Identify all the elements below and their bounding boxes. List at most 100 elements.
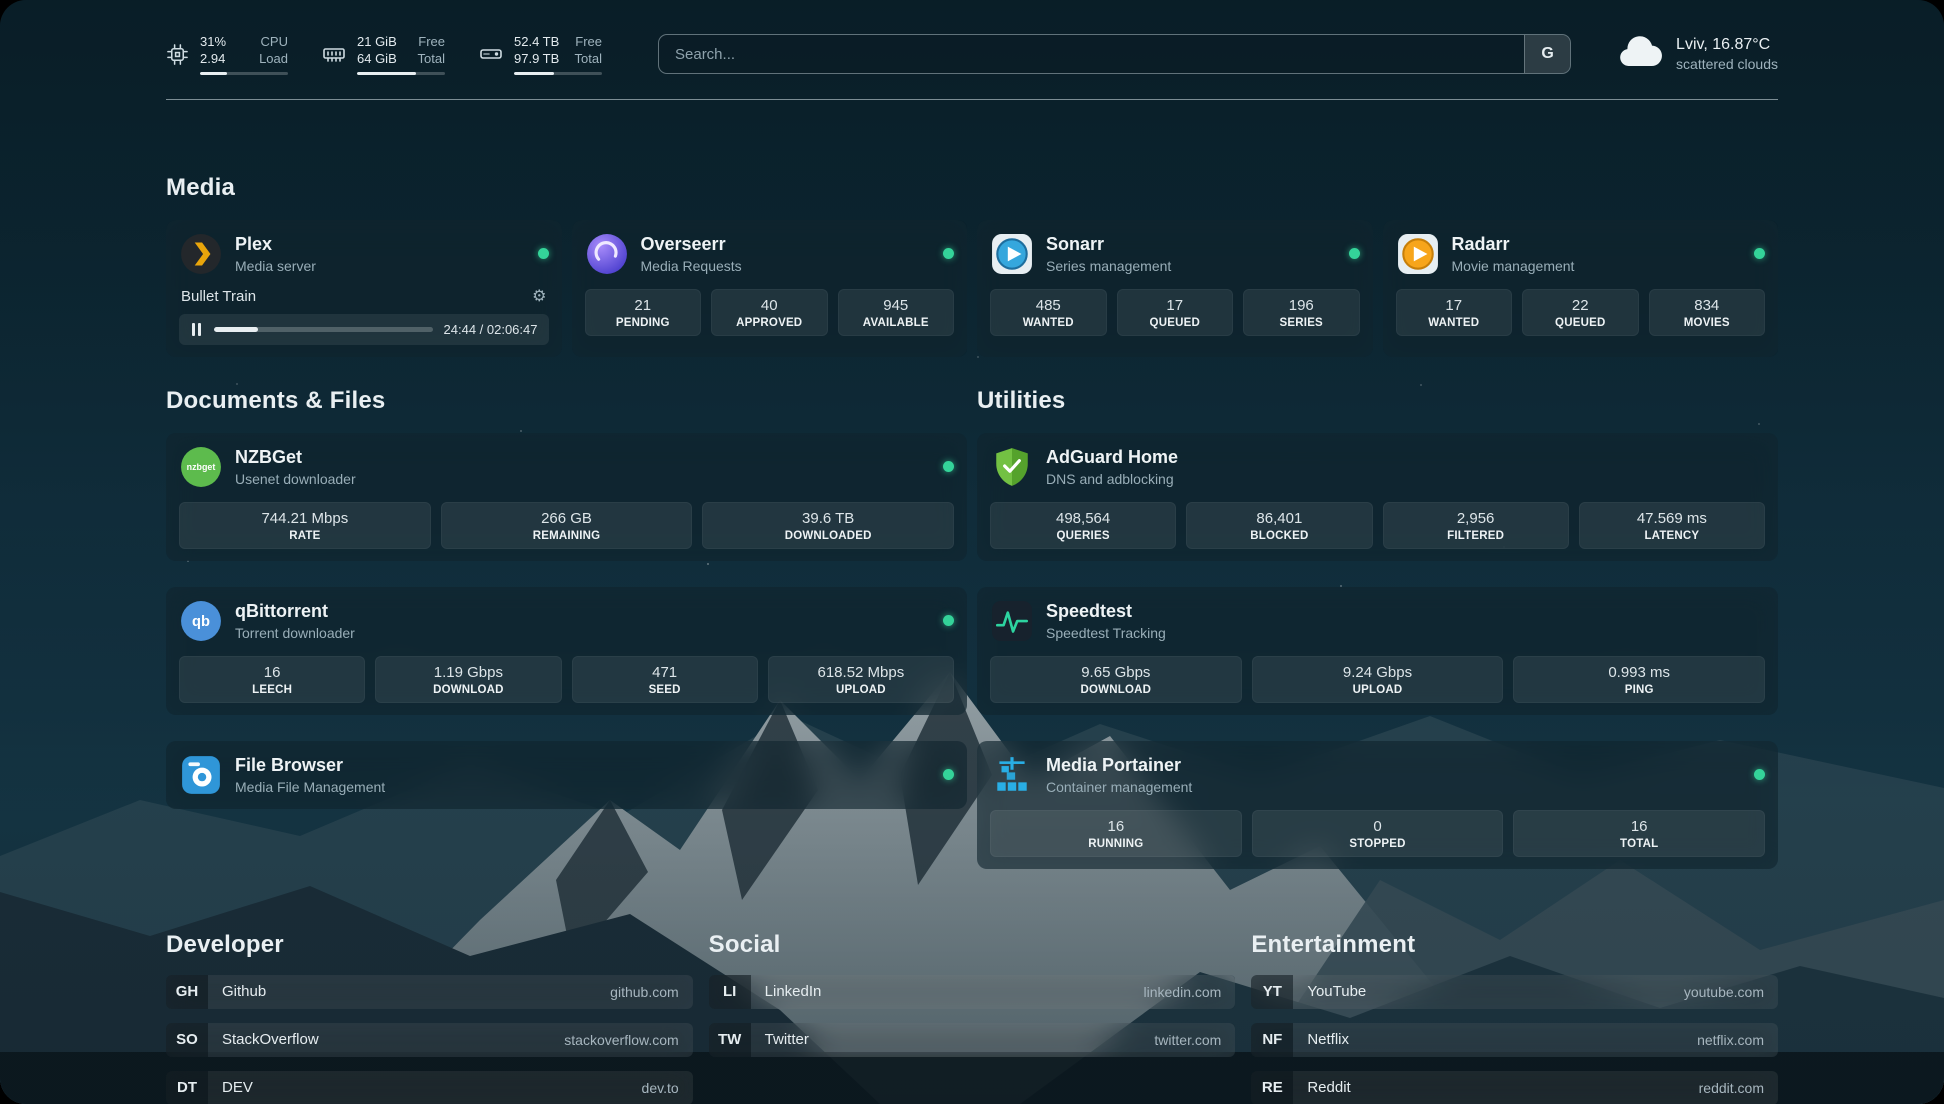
service-card-speedtest[interactable]: Speedtest Speedtest Tracking 9.65 GbpsDO…	[977, 587, 1778, 715]
cpu-icon	[166, 43, 189, 66]
service-card-overseerr[interactable]: Overseerr Media Requests 21PENDING 40APP…	[572, 220, 968, 357]
resource-memory: 21 GiBFree 64 GiBTotal	[322, 34, 445, 75]
stat-block: 21PENDING	[585, 289, 702, 336]
bookmark-stackoverflow[interactable]: SO StackOverflow stackoverflow.com	[166, 1023, 693, 1057]
service-name: Plex	[235, 234, 316, 255]
svg-text:qb: qb	[192, 614, 210, 630]
section-title-developer: Developer	[166, 931, 693, 959]
resource-disk: 52.4 TBFree 97.9 TBTotal	[479, 34, 602, 75]
memory-total-value: 64 GiB	[357, 51, 397, 68]
service-card-adguard[interactable]: AdGuard Home DNS and adblocking 498,564Q…	[977, 433, 1778, 561]
adguard-icon	[990, 445, 1034, 489]
now-playing-title: Bullet Train	[181, 288, 256, 305]
nzbget-icon: nzbget	[179, 445, 223, 489]
stat-block: 0STOPPED	[1252, 810, 1504, 857]
bookmark-reddit[interactable]: RE Reddit reddit.com	[1251, 1071, 1778, 1104]
memory-icon	[322, 42, 346, 66]
stat-label: AVAILABLE	[843, 317, 950, 329]
stat-value: 834	[1654, 297, 1761, 314]
stat-block: 266 GBREMAINING	[441, 502, 693, 549]
stat-block: 2,956 FILTERED	[1383, 502, 1569, 549]
overseerr-icon	[585, 232, 629, 276]
stat-label: FILTERED	[1388, 530, 1564, 542]
stat-block: 9.65 GbpsDOWNLOAD	[990, 656, 1242, 703]
stat-block: 0.993 msPING	[1513, 656, 1765, 703]
service-subtitle: Movie management	[1452, 258, 1575, 274]
bookmark-name: Github	[222, 983, 266, 1000]
service-card-qbittorrent[interactable]: qb qBittorrent Torrent downloader 16LEEC…	[166, 587, 967, 715]
status-dot	[1754, 769, 1765, 780]
qbittorrent-icon: qb	[179, 599, 223, 643]
stat-value: 744.21 Mbps	[184, 510, 426, 527]
service-card-nzbget[interactable]: nzbget NZBGet Usenet downloader 744.21 M…	[166, 433, 967, 561]
playback-progress-track	[214, 327, 433, 332]
service-card-plex[interactable]: Plex Media server Bullet Train ⚙	[166, 220, 562, 357]
bookmark-domain: netflix.com	[1697, 1032, 1764, 1048]
bookmark-twitter[interactable]: TW Twitter twitter.com	[709, 1023, 1236, 1057]
top-bar: 31%CPU 2.94Load 21 GiBFree 64 Gi	[166, 0, 1778, 75]
bookmark-github[interactable]: GH Github github.com	[166, 975, 693, 1009]
service-name: Overseerr	[641, 234, 742, 255]
stat-label: QUEUED	[1527, 317, 1634, 329]
stat-value: 9.65 Gbps	[995, 664, 1237, 681]
stat-block: 16LEECH	[179, 656, 365, 703]
stat-value: 16	[184, 664, 360, 681]
stat-block: 834MOVIES	[1649, 289, 1766, 336]
stat-block: 17QUEUED	[1117, 289, 1234, 336]
section-title-entertainment: Entertainment	[1251, 931, 1778, 959]
bookmark-domain: dev.to	[642, 1080, 679, 1096]
section-utilities: Utilities	[977, 387, 1778, 869]
bookmark-abbr: NF	[1251, 1023, 1293, 1057]
pause-button[interactable]	[190, 321, 203, 338]
search-input[interactable]	[659, 35, 1524, 73]
memory-total-label: Total	[418, 51, 445, 68]
disk-free-value: 52.4 TB	[514, 34, 559, 51]
service-subtitle: Media server	[235, 258, 316, 274]
section-title-utilities: Utilities	[977, 387, 1778, 415]
stat-block: 618.52 MbpsUPLOAD	[768, 656, 954, 703]
bookmark-abbr: SO	[166, 1023, 208, 1057]
bookmarks-area: Developer GH Github github.com SO StackO…	[166, 931, 1778, 1104]
stat-value: 498,564	[995, 510, 1171, 527]
gear-icon[interactable]: ⚙	[532, 288, 546, 304]
stat-label: WANTED	[995, 317, 1102, 329]
service-card-sonarr[interactable]: Sonarr Series management 485WANTED 17QUE…	[977, 220, 1373, 357]
service-name: NZBGet	[235, 447, 356, 468]
stat-value: 22	[1527, 297, 1634, 314]
memory-free-label: Free	[418, 34, 445, 51]
stat-value: 40	[716, 297, 823, 314]
bookmark-abbr: TW	[709, 1023, 751, 1057]
bookmark-youtube[interactable]: YT YouTube youtube.com	[1251, 975, 1778, 1009]
stat-value: 485	[995, 297, 1102, 314]
stat-label: QUERIES	[995, 530, 1171, 542]
disk-total-value: 97.9 TB	[514, 51, 559, 68]
service-card-filebrowser[interactable]: File Browser Media File Management	[166, 741, 967, 809]
svg-text:nzbget: nzbget	[187, 462, 216, 472]
cpu-value: 31%	[200, 34, 226, 51]
bookmark-domain: reddit.com	[1699, 1080, 1764, 1096]
stat-label: WANTED	[1401, 317, 1508, 329]
stat-block: 1.19 GbpsDOWNLOAD	[375, 656, 561, 703]
service-card-radarr[interactable]: Radarr Movie management 17WANTED 22QUEUE…	[1383, 220, 1779, 357]
service-card-portainer[interactable]: Media Portainer Container management 16R…	[977, 741, 1778, 869]
cpu-load-label: Load	[259, 51, 288, 68]
weather-location: Lviv, 16.87°C	[1676, 36, 1778, 54]
stat-label: REMAINING	[446, 530, 688, 542]
bookmark-linkedin[interactable]: LI LinkedIn linkedin.com	[709, 975, 1236, 1009]
service-name: File Browser	[235, 755, 385, 776]
section-documents: Documents & Files nzbget NZBGet Usenet d…	[166, 387, 967, 869]
header-divider	[166, 99, 1778, 100]
bookmark-dev[interactable]: DT DEV dev.to	[166, 1071, 693, 1104]
stat-label: RATE	[184, 530, 426, 542]
search-provider-button[interactable]: G	[1524, 35, 1570, 73]
stat-label: UPLOAD	[1257, 684, 1499, 696]
bookmark-name: Twitter	[765, 1031, 809, 1048]
stat-block: 16RUNNING	[990, 810, 1242, 857]
bookmark-domain: linkedin.com	[1144, 984, 1222, 1000]
bookmark-netflix[interactable]: NF Netflix netflix.com	[1251, 1023, 1778, 1057]
status-dot	[943, 769, 954, 780]
stat-label: BLOCKED	[1191, 530, 1367, 542]
bookmark-domain: youtube.com	[1684, 984, 1764, 1000]
disk-icon	[479, 42, 503, 66]
stat-value: 2,956	[1388, 510, 1564, 527]
